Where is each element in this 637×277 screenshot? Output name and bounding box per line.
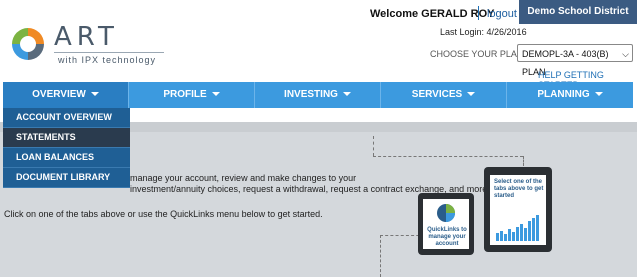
- quicklinks-tablet: QuickLinks to manage your account: [418, 193, 474, 255]
- caret-down-icon: [594, 92, 603, 97]
- caret-down-icon: [211, 92, 220, 97]
- logo: ART with IPX technology: [8, 22, 168, 68]
- brand-name: ART: [54, 22, 119, 52]
- caret-down-icon: [342, 92, 351, 97]
- nav-planning-label: PLANNING: [537, 89, 590, 100]
- nav-profile[interactable]: PROFILE: [129, 82, 255, 108]
- nav-services[interactable]: SERVICES: [381, 82, 507, 108]
- header: ART with IPX technology Welcome GERALD R…: [0, 0, 637, 90]
- intro-line-1: manage your account, review and make cha…: [130, 173, 357, 183]
- logo-divider: [54, 52, 164, 53]
- menu-item-account-overview[interactable]: ACCOUNT OVERVIEW: [3, 108, 130, 128]
- nav-overview-label: OVERVIEW: [32, 89, 86, 100]
- bar-chart-icon: [496, 215, 539, 241]
- nav-investing-label: INVESTING: [284, 89, 338, 100]
- overview-dropdown: ACCOUNT OVERVIEW STATEMENTS LOAN BALANCE…: [3, 108, 130, 188]
- plan-select[interactable]: DEMOPL-3A - 403(B) PLAN ⌵: [517, 44, 633, 77]
- header-separator: [478, 6, 479, 20]
- brand-tagline: with IPX technology: [58, 55, 157, 65]
- dashed-connector: [373, 156, 523, 157]
- menu-item-loan-balances[interactable]: LOAN BALANCES: [3, 148, 130, 168]
- nav-investing[interactable]: INVESTING: [255, 82, 381, 108]
- logout-link[interactable]: logout: [487, 8, 517, 20]
- dashed-connector: [380, 235, 381, 277]
- dashed-connector: [523, 156, 524, 166]
- pie-chart-icon: [437, 204, 455, 222]
- quicklinks-text: QuickLinks to manage your account: [427, 227, 467, 247]
- caret-down-icon: [467, 92, 476, 97]
- menu-item-document-library[interactable]: DOCUMENT LIBRARY: [3, 168, 130, 188]
- intro-line-3: Click on one of the tabs above or use th…: [4, 209, 323, 219]
- select-tab-tablet: Select one of the tabs above to get star…: [484, 167, 552, 252]
- main-nav: OVERVIEW PROFILE INVESTING SERVICES PLAN…: [3, 82, 633, 108]
- nav-planning[interactable]: PLANNING: [507, 82, 633, 108]
- chevron-down-icon: ⌵: [622, 49, 629, 59]
- menu-item-statements[interactable]: STATEMENTS: [3, 128, 130, 148]
- caret-down-icon: [90, 92, 99, 97]
- tablet-screen: Select one of the tabs above to get star…: [490, 175, 546, 245]
- nav-profile-label: PROFILE: [163, 89, 207, 100]
- art-logo-icon: [12, 28, 44, 60]
- nav-overview[interactable]: OVERVIEW: [3, 82, 129, 108]
- dashed-connector: [373, 136, 374, 156]
- choose-plan-label: CHOOSE YOUR PLAN: [430, 49, 524, 59]
- school-district-button[interactable]: Demo School District: [519, 0, 637, 24]
- nav-services-label: SERVICES: [411, 89, 463, 100]
- last-login: Last Login: 4/26/2016: [440, 27, 527, 37]
- select-tab-text: Select one of the tabs above to get star…: [494, 179, 544, 199]
- welcome-text: Welcome GERALD ROY: [370, 8, 495, 20]
- tablet-screen: QuickLinks to manage your account: [423, 199, 469, 249]
